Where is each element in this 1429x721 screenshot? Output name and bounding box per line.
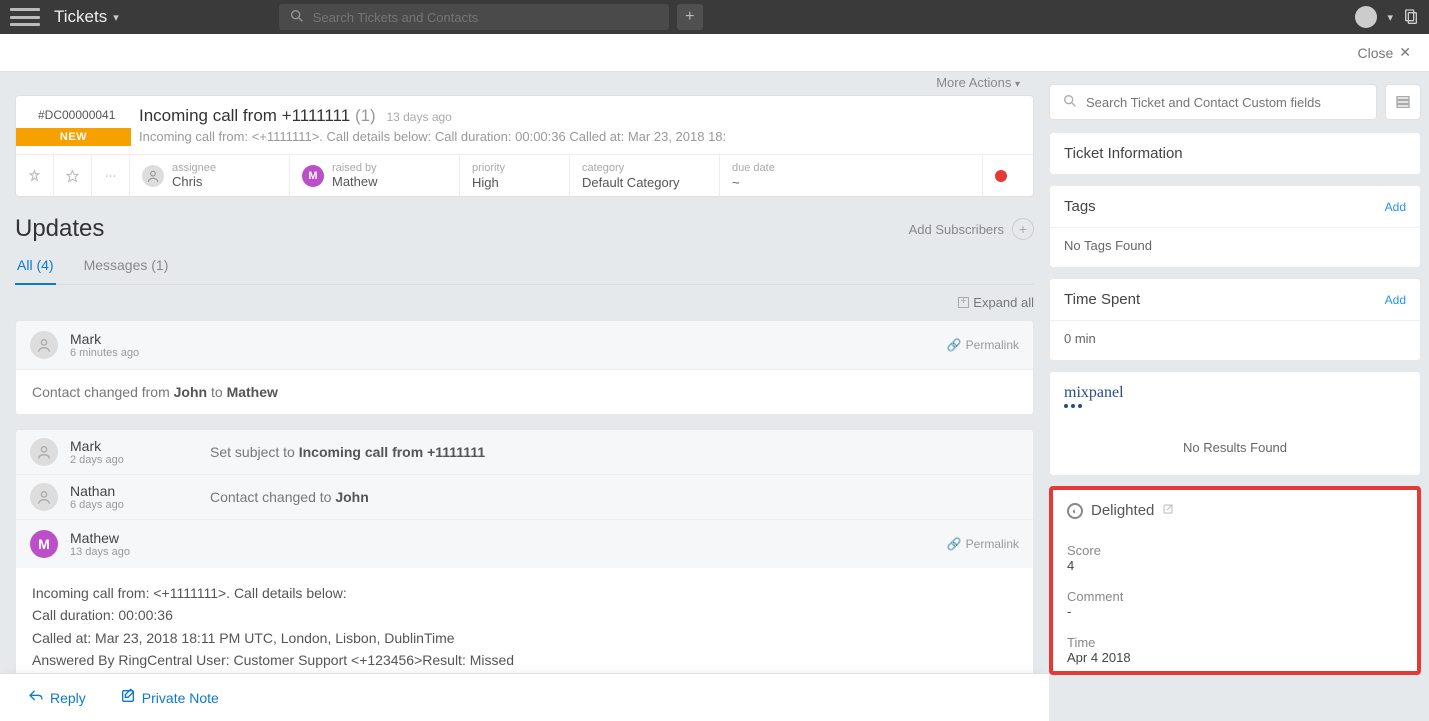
avatar-icon: M — [302, 165, 324, 187]
reply-icon — [28, 688, 44, 707]
avatar-icon: M — [30, 530, 58, 558]
reply-button[interactable]: Reply — [28, 688, 86, 707]
add-tag-button[interactable]: Add — [1385, 200, 1406, 214]
delighted-icon: ◐ — [1067, 503, 1083, 519]
activity-icon[interactable] — [1403, 8, 1419, 27]
module-switcher[interactable]: Tickets — [54, 7, 107, 27]
assignee-cell[interactable]: assignee Chris — [130, 155, 290, 196]
more-actions-menu[interactable]: More Actions ▾ — [15, 72, 1034, 95]
ticket-age: 13 days ago — [386, 110, 451, 124]
comment-label: Comment — [1067, 589, 1403, 604]
update-body: Incoming call from: <+1111111>. Call det… — [16, 568, 1033, 686]
category-cell[interactable]: category Default Category — [570, 155, 720, 196]
update-body: Contact changed from John to Mathew — [16, 370, 1033, 414]
update-body: Set subject to Incoming call from +11111… — [210, 444, 485, 460]
main-content: More Actions ▾ #DC00000041 NEW Incoming … — [0, 72, 1049, 721]
score-value: 4 — [1067, 558, 1403, 573]
chevron-down-icon: ▾ — [1015, 79, 1020, 90]
update-author[interactable]: Nathan — [70, 483, 210, 499]
close-button[interactable]: Close ✕ — [1357, 44, 1411, 61]
update-time: 6 minutes ago — [70, 347, 139, 359]
search-icon — [289, 8, 305, 27]
chevron-down-icon[interactable]: ▾ — [1387, 11, 1393, 24]
delighted-title: Delighted — [1091, 502, 1154, 519]
more-icon[interactable] — [92, 155, 130, 196]
chevron-down-icon[interactable]: ▾ — [113, 11, 119, 24]
updates-heading: Updates — [15, 215, 104, 243]
add-time-button[interactable]: Add — [1385, 293, 1406, 307]
fields-icon[interactable] — [1385, 84, 1421, 120]
panel-mixpanel: mixpanel No Results Found — [1049, 371, 1421, 476]
update-item: Mark 6 minutes ago 🔗 Permalink Contact c… — [15, 320, 1034, 415]
close-icon: ✕ — [1399, 44, 1411, 61]
user-avatar[interactable] — [1355, 6, 1377, 28]
tags-body: No Tags Found — [1050, 227, 1420, 267]
panel-tags: TagsAdd No Tags Found — [1049, 185, 1421, 268]
avatar-icon — [30, 483, 58, 511]
pin-icon[interactable] — [16, 155, 54, 196]
right-sidebar: Ticket Information TagsAdd No Tags Found… — [1049, 72, 1429, 721]
update-body: Contact changed to John — [210, 489, 369, 505]
link-icon: 🔗 — [947, 338, 962, 352]
time-value: Apr 4 2018 — [1067, 650, 1403, 665]
tab-all[interactable]: All (4) — [15, 257, 56, 285]
sub-bar: Close ✕ — [0, 34, 1429, 72]
time-label: Time — [1067, 635, 1403, 650]
global-search-input[interactable] — [313, 10, 659, 25]
reply-bar: Reply Private Note — [0, 673, 1049, 721]
sidebar-search[interactable] — [1049, 84, 1377, 120]
update-time: 2 days ago — [70, 454, 210, 466]
star-icon[interactable] — [54, 155, 92, 196]
due-date-cell[interactable]: due date ~ — [720, 155, 983, 196]
mixpanel-logo-icon: mixpanel — [1064, 384, 1124, 408]
external-link-icon[interactable] — [1162, 503, 1174, 518]
panel-ticket-info[interactable]: Ticket Information — [1049, 132, 1421, 175]
status-badge: NEW — [16, 128, 131, 146]
update-author[interactable]: Mark — [70, 438, 210, 454]
add-subscribers-button[interactable]: Add Subscribers + — [909, 218, 1034, 240]
search-icon — [1062, 93, 1078, 112]
panel-time-spent: Time SpentAdd 0 min — [1049, 278, 1421, 361]
permalink-button[interactable]: 🔗 Permalink — [947, 537, 1019, 551]
link-icon: 🔗 — [947, 537, 962, 551]
app-logo-icon[interactable] — [10, 8, 40, 26]
global-search[interactable] — [279, 4, 669, 30]
update-author[interactable]: Mathew — [70, 530, 130, 546]
sidebar-search-input[interactable] — [1086, 95, 1364, 110]
time-spent-value: 0 min — [1050, 320, 1420, 360]
mixpanel-empty: No Results Found — [1050, 420, 1420, 475]
message-count: (1) — [355, 106, 376, 125]
ticket-header-card: #DC00000041 NEW Incoming call from +1111… — [15, 95, 1034, 197]
score-label: Score — [1067, 543, 1403, 558]
private-note-button[interactable]: Private Note — [120, 688, 219, 707]
status-dot-icon — [995, 170, 1007, 182]
tab-messages[interactable]: Messages (1) — [82, 257, 171, 284]
ticket-title[interactable]: Incoming call from +1111111 (1) 13 days … — [139, 106, 726, 126]
new-button[interactable]: + — [677, 4, 703, 30]
ticket-preview: Incoming call from: <+1111111>. Call det… — [139, 129, 726, 144]
raised-by-cell[interactable]: M raised by Mathew — [290, 155, 460, 196]
plus-icon: + — [1012, 218, 1034, 240]
permalink-button[interactable]: 🔗 Permalink — [947, 338, 1019, 352]
update-author[interactable]: Mark — [70, 331, 139, 347]
update-item: Mark 2 days ago Set subject to Incoming … — [15, 429, 1034, 687]
comment-value: - — [1067, 604, 1403, 619]
expand-all-button[interactable]: Expand all — [15, 295, 1034, 310]
note-icon — [120, 688, 136, 707]
update-time: 13 days ago — [70, 546, 130, 558]
priority-cell[interactable]: priority High — [460, 155, 570, 196]
avatar-icon — [30, 331, 58, 359]
top-bar: Tickets ▾ + ▾ — [0, 0, 1429, 34]
update-time: 6 days ago — [70, 499, 210, 511]
avatar-icon — [30, 438, 58, 466]
panel-delighted: ◐ Delighted Score4 Comment- TimeApr 4 20… — [1049, 486, 1421, 675]
updates-tabs: All (4) Messages (1) — [15, 257, 1034, 285]
person-icon — [142, 165, 164, 187]
ticket-number: #DC00000041 — [16, 96, 131, 128]
